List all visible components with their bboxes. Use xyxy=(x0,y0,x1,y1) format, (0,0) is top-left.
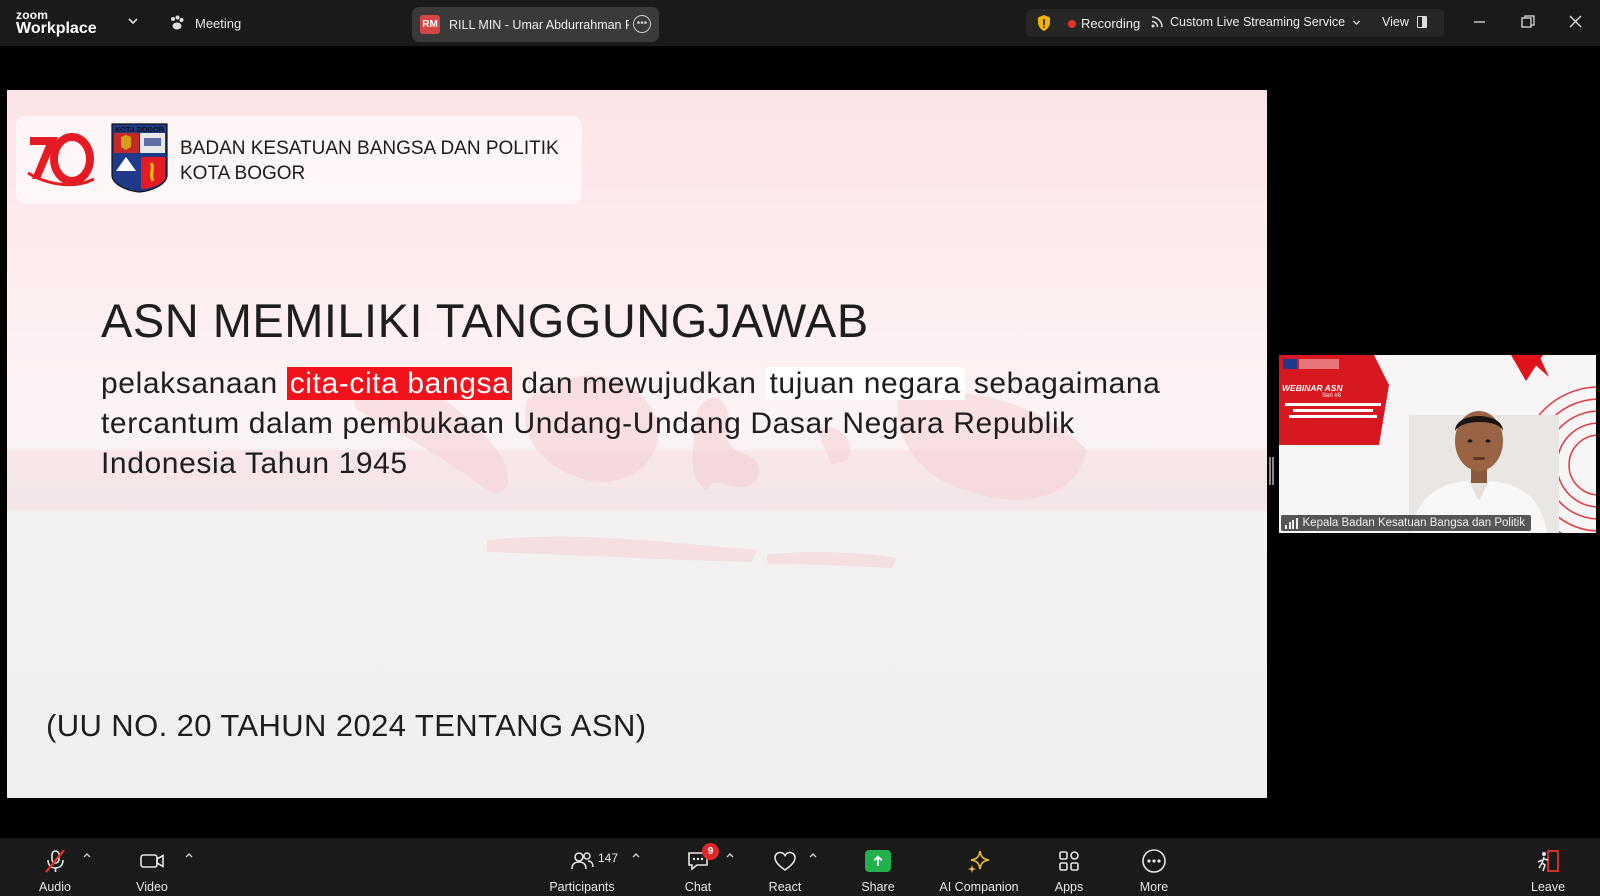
crest-label: KOTA BOGOR xyxy=(115,125,164,134)
recording-status[interactable]: Recording xyxy=(1068,16,1140,31)
apps-label: Apps xyxy=(1054,880,1084,894)
shared-screen-slide: KOTA BOGOR BADAN KESATUAN BANGSA DAN POL… xyxy=(7,90,1267,798)
react-label: React xyxy=(768,880,802,894)
restore-icon[interactable] xyxy=(1518,12,1538,32)
chevron-down-icon[interactable] xyxy=(126,14,140,28)
participants-label: Participants xyxy=(549,880,615,894)
muted-microphone-icon xyxy=(40,846,70,876)
body-text-mid: dan mewujudkan xyxy=(512,367,766,400)
stream-label: Custom Live Streaming Service xyxy=(1170,15,1346,29)
participant-name: Kepala Badan Kesatuan Bangsa dan Politik xyxy=(1302,517,1526,529)
org-name-line1: BADAN KESATUAN BANGSA DAN POLITIK xyxy=(180,138,559,159)
close-icon[interactable] xyxy=(1566,12,1586,32)
share-screen-icon xyxy=(863,846,893,876)
meeting-stage: KOTA BOGOR BADAN KESATUAN BANGSA DAN POL… xyxy=(0,46,1600,838)
participants-button[interactable]: Participants xyxy=(544,838,620,896)
broadcast-icon xyxy=(1151,16,1163,28)
layout-icon xyxy=(1416,16,1427,28)
chat-button[interactable]: 9 Chat xyxy=(678,838,719,896)
apps-button[interactable]: Apps xyxy=(1050,838,1088,896)
meeting-label: Meeting xyxy=(195,15,242,31)
zoom-workplace-logo: zoom Workplace xyxy=(16,8,116,40)
ai-companion-button[interactable]: AI Companion xyxy=(936,838,1022,896)
highlight-white-text: tujuan negara xyxy=(765,367,965,400)
minimize-icon[interactable] xyxy=(1470,12,1490,32)
highlight-red-text: cita-cita bangsa xyxy=(286,367,513,400)
audio-button[interactable]: Audio xyxy=(34,838,76,896)
leave-label: Leave xyxy=(1530,880,1566,894)
webinar-series-text: Seri #8 xyxy=(1322,393,1342,399)
signal-strength-icon xyxy=(1285,517,1298,529)
view-label: View xyxy=(1382,15,1409,29)
participants-options-caret-icon[interactable] xyxy=(631,850,641,860)
more-dots-icon xyxy=(1139,846,1169,876)
react-options-caret-icon[interactable] xyxy=(808,850,818,860)
screen-share-indicator[interactable]: RM RILL MIN - Umar Abdurrahman R ••• xyxy=(412,7,659,42)
slide-reference: (UU NO. 20 TAHUN 2024 TENTANG ASN) xyxy=(46,708,647,743)
participant-video-tile[interactable]: WEBINAR ASN Seri #8 Kepala Badan Kesatua… xyxy=(1279,355,1596,533)
heart-icon xyxy=(770,846,800,876)
recording-dot-icon xyxy=(1068,19,1076,28)
organization-header: KOTA BOGOR BADAN KESATUAN BANGSA DAN POL… xyxy=(16,116,582,204)
video-options-caret-icon[interactable] xyxy=(184,850,194,860)
audio-options-caret-icon[interactable] xyxy=(82,850,92,860)
share-button[interactable]: Share xyxy=(858,838,898,896)
video-camera-icon xyxy=(137,846,167,876)
participants-icon xyxy=(567,846,597,876)
more-label: More xyxy=(1139,880,1169,894)
anniversary-70-logo xyxy=(27,133,95,187)
audio-label: Audio xyxy=(39,880,71,894)
video-background xyxy=(1279,355,1596,533)
react-button[interactable]: React xyxy=(764,838,806,896)
ai-companion-label: AI Companion xyxy=(939,880,1019,894)
body-text-pre: pelaksanaan xyxy=(101,367,287,400)
more-button[interactable]: More xyxy=(1134,838,1174,896)
chat-label: Chat xyxy=(684,880,712,894)
chat-options-caret-icon[interactable] xyxy=(725,850,735,860)
ai-sparkle-icon xyxy=(964,846,994,876)
video-label: Video xyxy=(136,880,168,894)
chat-icon: 9 xyxy=(683,843,719,876)
share-label: Share xyxy=(861,880,895,894)
meeting-paw-icon xyxy=(171,15,184,30)
leave-door-icon xyxy=(1533,846,1563,876)
sharer-name: RILL MIN - Umar Abdurrahman R xyxy=(449,17,629,32)
participants-count: 147 xyxy=(598,851,619,865)
slide-body: pelaksanaan cita-cita bangsa dan mewujud… xyxy=(101,364,1161,484)
organization-name: BADAN KESATUAN BANGSA DAN POLITIK KOTA B… xyxy=(180,136,559,186)
webinar-banner-text: WEBINAR ASN xyxy=(1282,383,1343,393)
sharer-avatar: RM xyxy=(420,15,440,34)
bottom-toolbar: Audio Video Participants 147 9 Chat Reac… xyxy=(0,838,1600,896)
recording-label: Recording xyxy=(1081,16,1141,31)
video-button[interactable]: Video xyxy=(130,838,174,896)
live-streaming-menu[interactable]: Custom Live Streaming Service xyxy=(1150,15,1362,29)
meeting-menu-button[interactable]: Meeting xyxy=(168,12,241,34)
brand-large: Workplace xyxy=(16,20,97,37)
apps-grid-icon xyxy=(1054,846,1084,876)
chevron-down-icon xyxy=(1352,19,1361,25)
view-menu-button[interactable]: View xyxy=(1382,15,1427,29)
chat-unread-badge: 9 xyxy=(702,843,719,860)
org-name-line2: KOTA BOGOR xyxy=(180,163,306,184)
top-bar: zoom Workplace Meeting RM RILL MIN - Uma… xyxy=(0,0,1600,46)
leave-button[interactable]: Leave xyxy=(1530,838,1566,896)
participant-nameplate: Kepala Badan Kesatuan Bangsa dan Politik xyxy=(1281,515,1531,531)
slide-title: ASN MEMILIKI TANGGUNGJAWAB xyxy=(101,294,869,347)
more-options-icon[interactable]: ••• xyxy=(633,15,651,33)
panel-resize-handle[interactable] xyxy=(1269,457,1274,485)
security-shield-icon[interactable] xyxy=(1036,14,1052,32)
meeting-status-group: Recording Custom Live Streaming Service … xyxy=(1026,9,1444,37)
